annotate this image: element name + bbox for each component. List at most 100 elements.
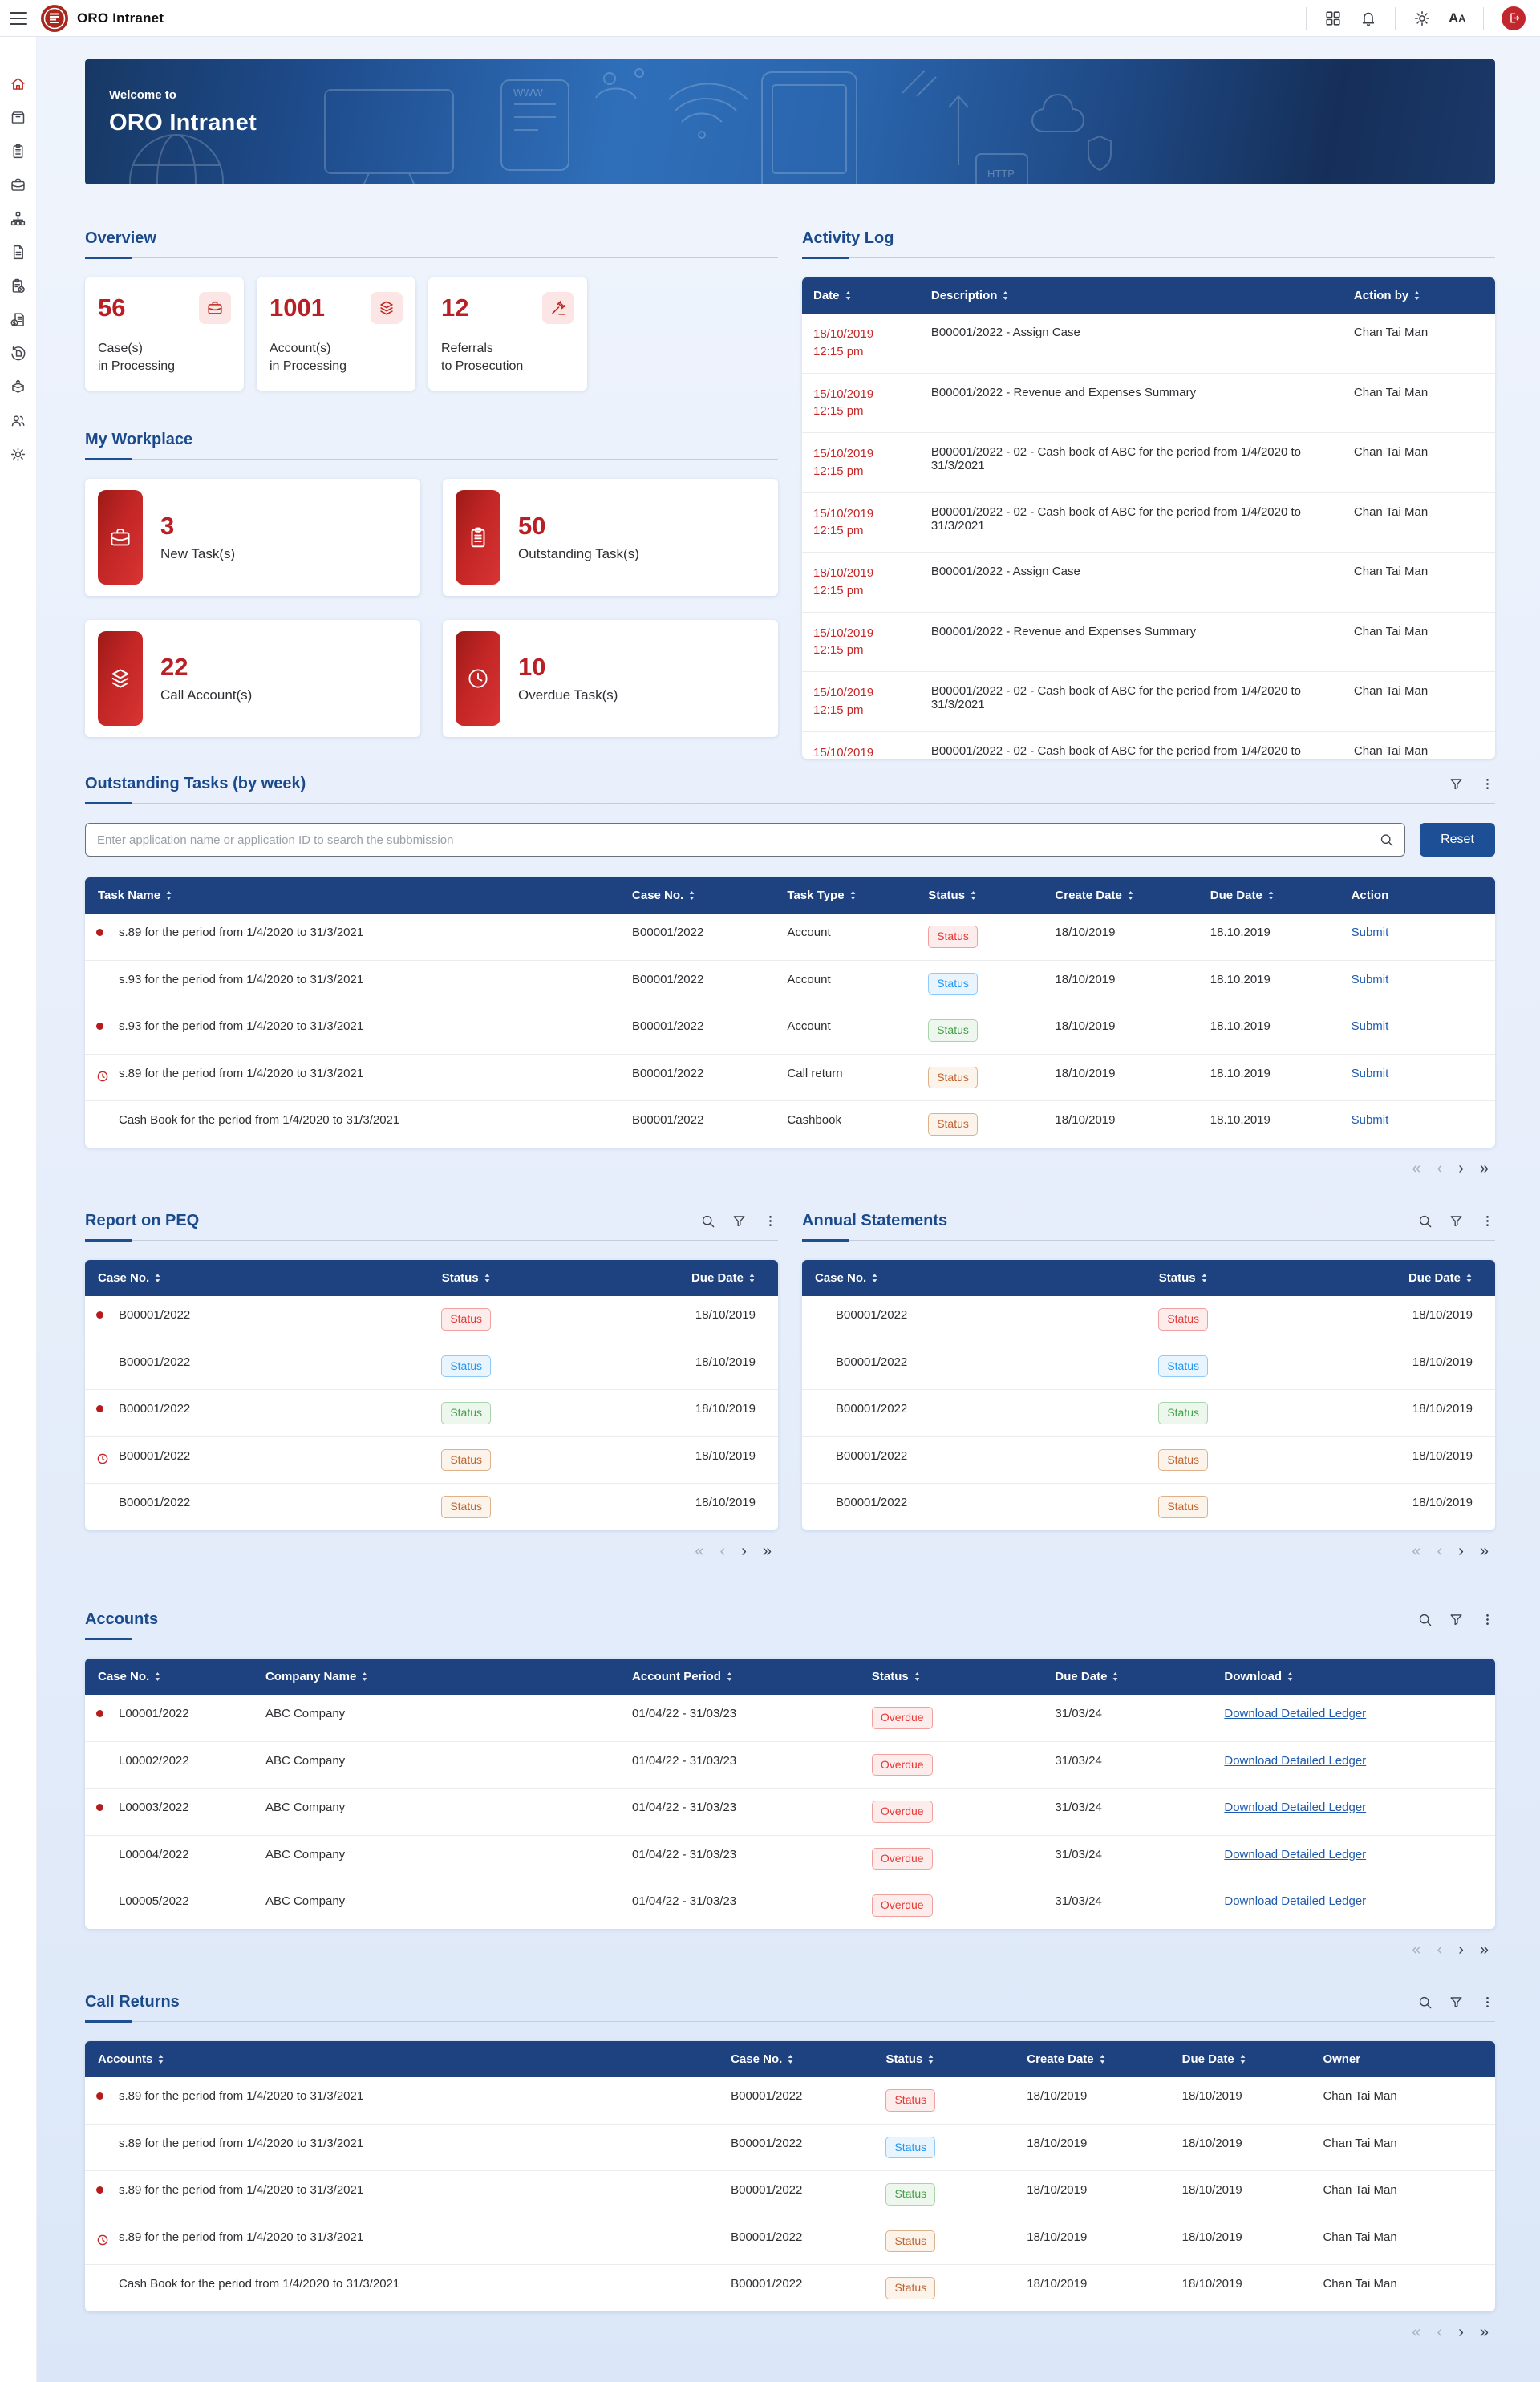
column-header[interactable]: Action by xyxy=(1343,277,1495,314)
sidebar-item-cancelled-tasks[interactable] xyxy=(10,277,26,294)
pager-prev[interactable]: ‹ xyxy=(1437,2324,1443,2340)
filter-icon[interactable] xyxy=(732,1213,747,1229)
pager-last[interactable]: » xyxy=(1480,2324,1489,2340)
sidebar-item-ledger[interactable] xyxy=(10,311,26,328)
column-header[interactable]: Task Type xyxy=(776,877,917,914)
column-header[interactable]: Create Date xyxy=(1015,2041,1170,2077)
pager-first[interactable]: « xyxy=(1412,1942,1420,1958)
column-header[interactable]: Status xyxy=(874,2041,1015,2077)
sidebar-item-inbox[interactable] xyxy=(10,109,26,126)
filter-icon[interactable] xyxy=(1449,1612,1464,1627)
column-header[interactable]: Status xyxy=(861,1659,1044,1695)
submit-link[interactable]: Submit xyxy=(1352,1113,1389,1127)
sidebar-item-settings[interactable] xyxy=(10,446,26,463)
more-options-icon[interactable] xyxy=(1480,1612,1495,1627)
menu-icon[interactable] xyxy=(10,12,27,25)
column-header[interactable]: Status xyxy=(917,877,1044,914)
more-options-icon[interactable] xyxy=(1480,1995,1495,2010)
pager-next[interactable]: › xyxy=(741,1543,747,1559)
download-detailed-ledger-link[interactable]: Download Detailed Ledger xyxy=(1224,1848,1366,1861)
workplace-card[interactable]: 22 Call Account(s) xyxy=(85,620,420,737)
pager-last[interactable]: » xyxy=(1480,1161,1489,1177)
submit-link[interactable]: Submit xyxy=(1352,1067,1389,1080)
sidebar-item-home[interactable] xyxy=(10,75,26,92)
column-header[interactable]: Status xyxy=(363,1260,570,1296)
sidebar-item-cases[interactable] xyxy=(10,176,26,193)
download-detailed-ledger-link[interactable]: Download Detailed Ledger xyxy=(1224,1894,1366,1908)
more-options-icon[interactable] xyxy=(1480,776,1495,792)
column-header[interactable]: Create Date xyxy=(1044,877,1198,914)
overview-card[interactable]: 56 Case(s)in Processing xyxy=(85,277,244,391)
overview-card[interactable]: 12 Referralsto Prosecution xyxy=(428,277,587,391)
reset-button[interactable]: Reset xyxy=(1420,823,1495,857)
pager-first[interactable]: « xyxy=(1412,1161,1420,1177)
submit-link[interactable]: Submit xyxy=(1352,1019,1389,1033)
submit-link[interactable]: Submit xyxy=(1352,973,1389,986)
pager-next[interactable]: › xyxy=(1458,1543,1464,1559)
workplace-card[interactable]: 50 Outstanding Task(s) xyxy=(443,479,778,596)
download-detailed-ledger-link[interactable]: Download Detailed Ledger xyxy=(1224,1754,1366,1768)
pager-next[interactable]: › xyxy=(1458,1942,1464,1958)
more-options-icon[interactable] xyxy=(1480,1213,1495,1229)
workplace-card[interactable]: 10 Overdue Task(s) xyxy=(443,620,778,737)
pager-prev[interactable]: ‹ xyxy=(1437,1543,1443,1559)
pager-next[interactable]: › xyxy=(1458,2324,1464,2340)
column-header[interactable]: Due Date xyxy=(1287,1260,1495,1296)
overview-card[interactable]: 1001 Account(s)in Processing xyxy=(257,277,415,391)
column-header[interactable]: Description xyxy=(920,277,1343,314)
download-detailed-ledger-link[interactable]: Download Detailed Ledger xyxy=(1224,1801,1366,1814)
pager-next[interactable]: › xyxy=(1458,1161,1464,1177)
column-header[interactable]: Case No. xyxy=(85,1260,363,1296)
settings-gear-icon[interactable] xyxy=(1413,10,1431,27)
column-header[interactable]: Due Date xyxy=(1171,2041,1312,2077)
column-header[interactable]: Task Name xyxy=(85,877,621,914)
pager-first[interactable]: « xyxy=(695,1543,703,1559)
column-header[interactable]: Download xyxy=(1213,1659,1495,1695)
pager-prev[interactable]: ‹ xyxy=(1437,1942,1443,1958)
pager-first[interactable]: « xyxy=(1412,1543,1420,1559)
notifications-bell-icon[interactable] xyxy=(1360,10,1377,27)
sidebar-item-users[interactable] xyxy=(10,412,26,429)
column-header[interactable]: Status xyxy=(1080,1260,1287,1296)
search-icon[interactable] xyxy=(1417,1213,1433,1229)
pager-prev[interactable]: ‹ xyxy=(1437,1161,1443,1177)
search-icon[interactable] xyxy=(1379,832,1394,848)
column-header[interactable]: Account Period xyxy=(621,1659,861,1695)
submit-link[interactable]: Submit xyxy=(1352,926,1389,939)
apps-icon[interactable] xyxy=(1324,10,1342,27)
column-header[interactable]: Case No. xyxy=(719,2041,874,2077)
pager-last[interactable]: » xyxy=(1480,1543,1489,1559)
logout-icon[interactable] xyxy=(1502,6,1526,30)
sidebar-item-export[interactable] xyxy=(10,379,26,395)
column-header[interactable]: Case No. xyxy=(621,877,776,914)
column-header[interactable]: Action xyxy=(1340,877,1495,914)
download-detailed-ledger-link[interactable]: Download Detailed Ledger xyxy=(1224,1707,1366,1720)
pager-last[interactable]: » xyxy=(763,1543,772,1559)
column-header[interactable]: Due Date xyxy=(1199,877,1340,914)
filter-icon[interactable] xyxy=(1449,1213,1464,1229)
filter-icon[interactable] xyxy=(1449,1995,1464,2010)
search-input[interactable] xyxy=(85,823,1405,857)
search-icon[interactable] xyxy=(700,1213,715,1229)
sidebar-item-documents[interactable] xyxy=(10,244,26,261)
column-header[interactable]: Company Name xyxy=(254,1659,621,1695)
pager-prev[interactable]: ‹ xyxy=(720,1543,726,1559)
text-size-icon[interactable]: AA xyxy=(1449,10,1465,26)
pager-last[interactable]: » xyxy=(1480,1942,1489,1958)
column-header[interactable]: Due Date xyxy=(1044,1659,1213,1695)
column-header[interactable]: Date xyxy=(802,277,920,314)
column-header[interactable]: Accounts xyxy=(85,2041,719,2077)
search-icon[interactable] xyxy=(1417,1995,1433,2010)
sidebar-item-org-chart[interactable] xyxy=(10,210,26,227)
filter-icon[interactable] xyxy=(1449,776,1464,792)
workplace-card[interactable]: 3 New Task(s) xyxy=(85,479,420,596)
column-header[interactable]: Case No. xyxy=(802,1260,1080,1296)
more-options-icon[interactable] xyxy=(763,1213,778,1229)
search-icon[interactable] xyxy=(1417,1612,1433,1627)
column-header[interactable]: Due Date xyxy=(570,1260,778,1296)
sidebar-item-tasks[interactable] xyxy=(10,143,26,160)
sidebar-item-history[interactable] xyxy=(10,345,26,362)
column-header[interactable]: Case No. xyxy=(85,1659,254,1695)
pager-first[interactable]: « xyxy=(1412,2324,1420,2340)
column-header[interactable]: Owner xyxy=(1311,2041,1495,2077)
